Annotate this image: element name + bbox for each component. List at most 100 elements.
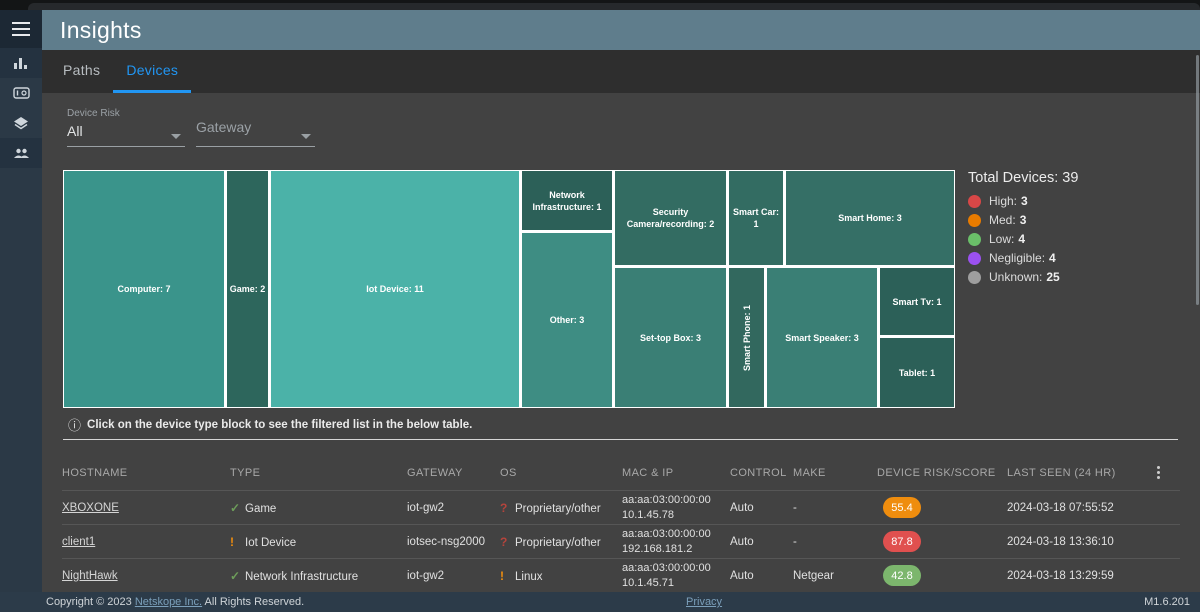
device-type-treemap: Computer: 7 Game: 2 Iot Device: 11 Netwo… [63,170,955,408]
legend-label: Med: [989,213,1016,227]
treemap-cell-smart-tv[interactable]: Smart Tv: 1 [880,268,954,335]
main-content: Device Risk All Gateway Computer: 7 Game… [42,93,1200,592]
hamburger-icon [12,22,30,36]
privacy-link[interactable]: Privacy [686,596,722,608]
col-gateway: GATEWAY [407,467,500,479]
last-seen-value: 2024-03-18 13:36:10 [1007,536,1145,548]
risk-score-badge: 55.4 [883,497,921,518]
treemap-cell-smart-speaker[interactable]: Smart Speaker: 3 [767,268,877,407]
copyright-text: Copyright © 2023 Netskope Inc. All Right… [46,596,304,608]
table-row: NightHawk ✓Network Infrastructure iot-gw… [62,558,1180,592]
copyright-prefix: Copyright © 2023 [46,596,132,608]
os-status-icon: ! [500,569,515,583]
treemap-cell-iot-device[interactable]: Iot Device: 11 [271,171,519,407]
hostname-link[interactable]: XBOXONE [62,502,119,514]
sidebar-item-devices[interactable] [0,78,42,108]
negligible-risk-dot-icon [968,252,981,265]
last-seen-value: 2024-03-18 13:29:59 [1007,570,1145,582]
device-risk-value: All [67,123,185,139]
col-os: OS [500,467,622,479]
table-row: XBOXONE ✓Game iot-gw2 ?Proprietary/other… [62,490,1180,524]
devices-screen-icon [13,86,30,100]
ip-value: 192.168.181.2 [622,542,722,557]
gateway-value: iot-gw2 [407,502,500,514]
treemap-cell-smart-phone[interactable]: Smart Phone: 1 [729,268,764,407]
med-risk-dot-icon [968,214,981,227]
page-title: Insights [60,17,142,44]
copyright-suffix: All Rights Reserved. [205,596,305,608]
col-last-seen: LAST SEEN (24 HR) [1007,467,1145,479]
treemap-cell-computer[interactable]: Computer: 7 [64,171,224,407]
tab-devices[interactable]: Devices [113,50,191,93]
legend-item-med: Med:3 [968,213,1188,227]
sidebar-item-layers[interactable] [0,108,42,138]
table-menu-button[interactable] [1145,466,1180,479]
os-value: Proprietary/other [515,537,601,549]
col-mac-ip: MAC & IP [622,467,730,479]
browser-top-strip [0,0,1200,10]
legend-count: 3 [1021,194,1028,208]
hostname-link[interactable]: NightHawk [62,570,118,582]
legend-count: 4 [1018,232,1025,246]
treemap-cell-smart-car[interactable]: Smart Car: 1 [729,171,783,265]
vertical-scrollbar[interactable] [1196,55,1199,305]
layers-icon [13,116,29,131]
treemap-cell-set-top-box[interactable]: Set-top Box: 3 [615,268,726,407]
treemap-cell-network-infrastructure[interactable]: Network Infrastructure: 1 [522,171,612,230]
os-status-icon: ? [500,501,515,515]
bar-chart-icon [13,56,29,70]
gateway-select[interactable]: Gateway [196,119,315,147]
footer: Copyright © 2023 Netskope Inc. All Right… [0,592,1200,612]
treemap-cell-smart-home[interactable]: Smart Home: 3 [786,171,954,265]
treemap-cell-tablet[interactable]: Tablet: 1 [880,338,954,407]
os-value: Proprietary/other [515,503,601,515]
col-type: TYPE [230,467,407,479]
hostname-link[interactable]: client1 [62,536,95,548]
chevron-down-icon [171,134,181,139]
app-window: Insights Paths Devices Device Risk All G… [0,0,1200,612]
treemap-cell-security-camera[interactable]: Security Camera/recording: 2 [615,171,726,265]
legend-label: Low: [989,232,1014,246]
legend-item-high: High:3 [968,194,1188,208]
field-underline [67,146,185,147]
type-status-icon: ✓ [230,501,245,515]
company-link[interactable]: Netskope Inc. [135,596,202,608]
type-value: Network Infrastructure [245,571,358,583]
hamburger-menu-button[interactable] [0,10,42,48]
legend-label: Unknown: [989,270,1042,284]
type-status-icon: ✓ [230,569,245,583]
field-underline [196,146,315,147]
type-value: Iot Device [245,537,296,549]
mac-value: aa:aa:03:00:00:00 [622,493,722,508]
gateway-value: iot-gw2 [407,570,500,582]
unknown-risk-dot-icon [968,271,981,284]
mac-value: aa:aa:03:00:00:00 [622,527,722,542]
type-status-icon: ! [230,535,245,549]
page-header: Insights [42,10,1200,50]
mac-value: aa:aa:03:00:00:00 [622,561,722,576]
risk-legend: Total Devices: 39 High:3 Med:3 Low:4 Neg… [968,170,1188,289]
make-value: Netgear [793,570,877,582]
table-row: client1 !Iot Device iotsec-nsg2000 ?Prop… [62,524,1180,558]
col-control: CONTROL [730,467,793,479]
sidebar-item-insights[interactable] [0,48,42,78]
treemap-hint: ⓘ Click on the device type block to see … [68,415,472,434]
control-value: Auto [730,502,793,514]
last-seen-value: 2024-03-18 07:55:52 [1007,502,1145,514]
treemap-cell-game[interactable]: Game: 2 [227,171,268,407]
tab-paths[interactable]: Paths [50,50,113,93]
risk-score-badge: 87.8 [883,531,921,552]
sidebar-item-users[interactable] [0,138,42,168]
tab-bar: Paths Devices [42,50,1200,93]
treemap-cell-other[interactable]: Other: 3 [522,233,612,407]
col-make: MAKE [793,467,877,479]
treemap-hint-text: Click on the device type block to see th… [87,419,472,431]
device-risk-select[interactable]: Device Risk All [67,108,185,147]
legend-count: 4 [1049,251,1056,265]
total-devices-label: Total Devices: 39 [968,170,1188,186]
os-value: Linux [515,571,543,583]
legend-label: Negligible: [989,251,1045,265]
legend-item-negligible: Negligible: 4 [968,251,1188,265]
kebab-menu-icon [1157,466,1160,479]
legend-count: 25 [1046,270,1059,284]
